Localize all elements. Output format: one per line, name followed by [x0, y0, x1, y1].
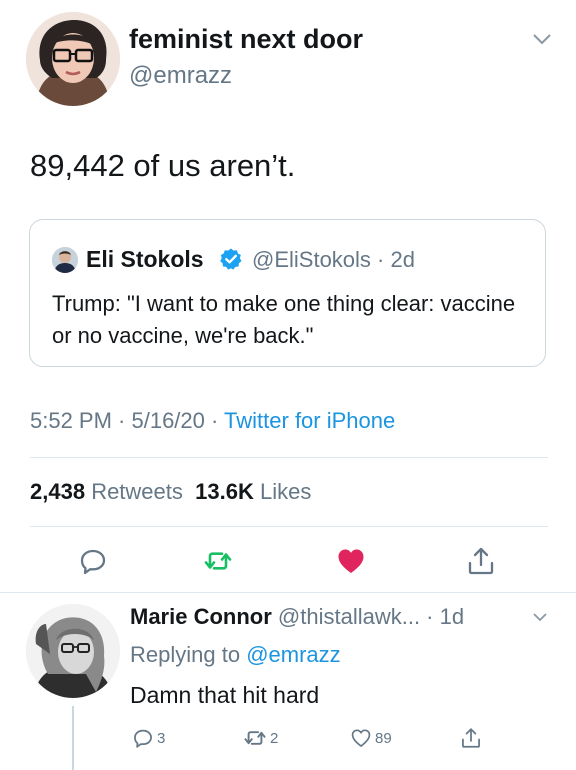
likes-stat[interactable]: 13.6K Likes — [195, 479, 311, 504]
tweet-time: 5:52 PM · 5/16/20 · — [30, 408, 225, 433]
likes-label: Likes — [259, 479, 312, 504]
divider — [30, 526, 548, 527]
reply-author-name[interactable]: Marie Connor — [130, 604, 272, 629]
author-display-name[interactable]: feminist next door — [129, 24, 363, 55]
reply-header: Marie Connor @thistallawk... · 1d — [130, 604, 464, 630]
quoted-author-avatar — [52, 247, 78, 273]
verified-badge-icon — [220, 248, 242, 270]
tweet-timestamp: 5:52 PM · 5/16/20 · Twitter for iPhone — [30, 408, 395, 434]
quoted-tweet-text: Trump: "I want to make one thing clear: … — [52, 291, 516, 348]
tweet-detail-view: feminist next door @emrazz 89,442 of us … — [0, 0, 576, 770]
retweets-stat[interactable]: 2,438 Retweets — [30, 479, 183, 504]
engagement-stats: 2,438 Retweets 13.6K Likes — [30, 479, 311, 505]
author-avatar[interactable] — [26, 12, 120, 106]
retweets-count: 2,438 — [30, 479, 86, 504]
retweet-icon — [244, 731, 266, 745]
share-icon[interactable] — [466, 546, 496, 576]
reply-like-action[interactable]: 89 — [350, 726, 392, 750]
replying-to-handle[interactable]: @emrazz — [246, 642, 340, 667]
divider — [30, 457, 548, 458]
reply-retweet-count: 2 — [270, 729, 279, 747]
tweet-source-link[interactable]: Twitter for iPhone — [224, 408, 395, 433]
reply-icon — [134, 729, 152, 748]
quoted-author-name: Eli Stokols — [86, 246, 204, 272]
reply-handle-time: @thistallawk... · 1d — [277, 604, 465, 629]
reply-text: Damn that hit hard — [130, 682, 320, 708]
reply-share-action[interactable] — [460, 726, 485, 750]
quoted-tweet-card[interactable]: Eli Stokols @EliStokols · 2d Trump: "I w… — [29, 219, 546, 367]
replying-to: Replying to @emrazz — [130, 642, 341, 668]
likes-count: 13.6K — [195, 479, 254, 504]
quoted-author-handle-time: @EliStokols · 2d — [252, 247, 415, 272]
chevron-down-icon[interactable] — [532, 612, 548, 623]
reply-icon[interactable] — [78, 546, 108, 576]
reply-reply-count: 3 — [157, 729, 166, 747]
divider — [0, 592, 576, 593]
heart-icon[interactable] — [336, 546, 366, 576]
reply-retweet-action[interactable]: 2 — [243, 726, 278, 750]
heart-icon — [351, 729, 371, 747]
thread-line — [72, 706, 74, 770]
retweets-label: Retweets — [91, 479, 183, 504]
chevron-down-icon[interactable] — [532, 32, 552, 46]
replying-prefix: Replying to — [130, 642, 247, 667]
reply-like-count: 89 — [375, 729, 392, 747]
retweet-icon[interactable] — [203, 546, 233, 576]
tweet-text: 89,442 of us aren’t. — [30, 148, 296, 183]
reply-author-avatar[interactable] — [26, 604, 120, 698]
share-icon — [462, 728, 480, 748]
author-handle[interactable]: @emrazz — [129, 62, 232, 90]
reply-reply-action[interactable]: 3 — [132, 726, 165, 750]
